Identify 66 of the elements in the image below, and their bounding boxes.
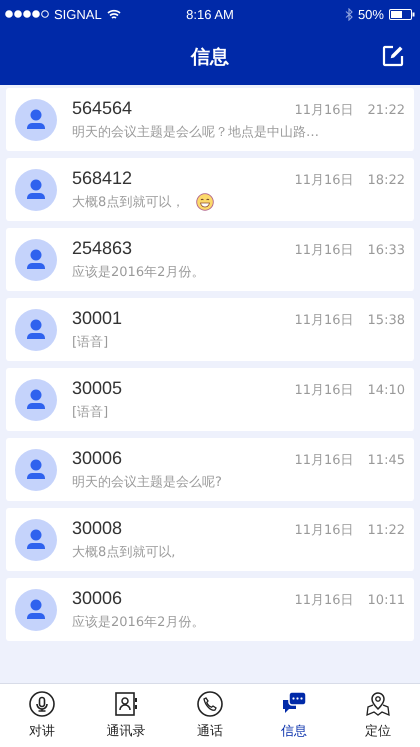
message-date: 11月16日 (294, 592, 354, 608)
avatar-icon (15, 378, 57, 420)
carrier-name: SIGNAL (54, 6, 102, 22)
message-item[interactable]: 568412 11月16日 18:22 大概8点到就可以， (6, 158, 414, 221)
message-preview: 大概8点到就可以， (72, 194, 184, 210)
status-time: 8:16 AM (186, 6, 234, 22)
message-preview: 应该是2016年2月份。 (72, 264, 204, 280)
message-date: 11月16日 (294, 102, 354, 118)
message-preview: 应该是2016年2月份。 (72, 614, 204, 630)
contact-name: 30006 (72, 448, 124, 468)
contact-name: 30008 (72, 518, 124, 538)
message-item[interactable]: 564564 11月16日 21:22 明天的会议主题是会么呢？地点是中山路… (6, 88, 414, 151)
contact-name: 30005 (72, 378, 124, 398)
message-date: 11月16日 (294, 452, 354, 468)
message-date: 11月16日 (294, 522, 354, 538)
avatar-icon (15, 308, 57, 350)
map-pin-icon (365, 691, 391, 717)
message-preview: 明天的会议主题是会么呢? (72, 474, 222, 490)
tab-item[interactable]: 信息 (252, 684, 336, 747)
message-time: 21:22 (368, 102, 405, 118)
signal-icon (5, 10, 49, 18)
microphone-icon (29, 691, 55, 717)
message-item[interactable]: 30006 11月16日 11:45 明天的会议主题是会么呢? (6, 438, 414, 501)
message-time: 18:22 (368, 172, 405, 188)
message-date: 11月16日 (294, 382, 354, 398)
message-date: 11月16日 (294, 172, 354, 188)
message-time: 14:10 (368, 382, 405, 398)
avatar-icon (15, 448, 57, 490)
message-preview: [语音] (72, 334, 108, 350)
contact-name: 30006 (72, 588, 124, 608)
wifi-icon (106, 8, 121, 20)
message-item[interactable]: 30008 11月16日 11:22 大概8点到就可以, (6, 508, 414, 571)
screen-title: 信息 (191, 44, 229, 70)
bluetooth-icon (344, 8, 353, 20)
message-time: 16:33 (368, 242, 405, 258)
compose-icon[interactable] (382, 45, 404, 67)
avatar-icon (15, 98, 57, 140)
message-time: 11:22 (368, 522, 405, 538)
message-time: 11:45 (368, 452, 405, 468)
message-item[interactable]: 254863 11月16日 16:33 应该是2016年2月份。 (6, 228, 414, 291)
phone-icon (197, 691, 223, 717)
message-preview: 大概8点到就可以, (72, 544, 176, 560)
battery-percent: 50% (358, 6, 384, 22)
message-preview: [语音] (72, 404, 108, 420)
avatar-icon (15, 168, 57, 210)
message-item[interactable]: 30001 11月16日 15:38 [语音] (6, 298, 414, 361)
avatar-icon (15, 238, 57, 280)
tab-item[interactable]: 通话 (168, 684, 252, 747)
contact-name: 568412 (72, 168, 134, 188)
tab-item[interactable]: 定位 (336, 684, 420, 747)
avatar-icon (15, 588, 57, 630)
contact-name: 254863 (72, 238, 134, 258)
message-preview: 明天的会议主题是会么呢？地点是中山路… (72, 124, 319, 140)
contact-name: 30001 (72, 308, 124, 328)
tab-item[interactable]: 通讯录 (84, 684, 168, 747)
avatar-icon (15, 518, 57, 560)
message-date: 11月16日 (294, 312, 354, 328)
contact-book-icon (113, 691, 139, 717)
message-item[interactable]: 30006 11月16日 10:11 应该是2016年2月份。 (6, 578, 414, 641)
tab-item[interactable]: 对讲 (0, 684, 84, 747)
contact-name: 564564 (72, 98, 134, 118)
message-item[interactable]: 30005 11月16日 14:10 [语音] (6, 368, 414, 431)
message-time: 15:38 (368, 312, 405, 328)
message-time: 10:11 (368, 592, 405, 608)
battery-icon (388, 8, 415, 20)
message-date: 11月16日 (294, 242, 354, 258)
